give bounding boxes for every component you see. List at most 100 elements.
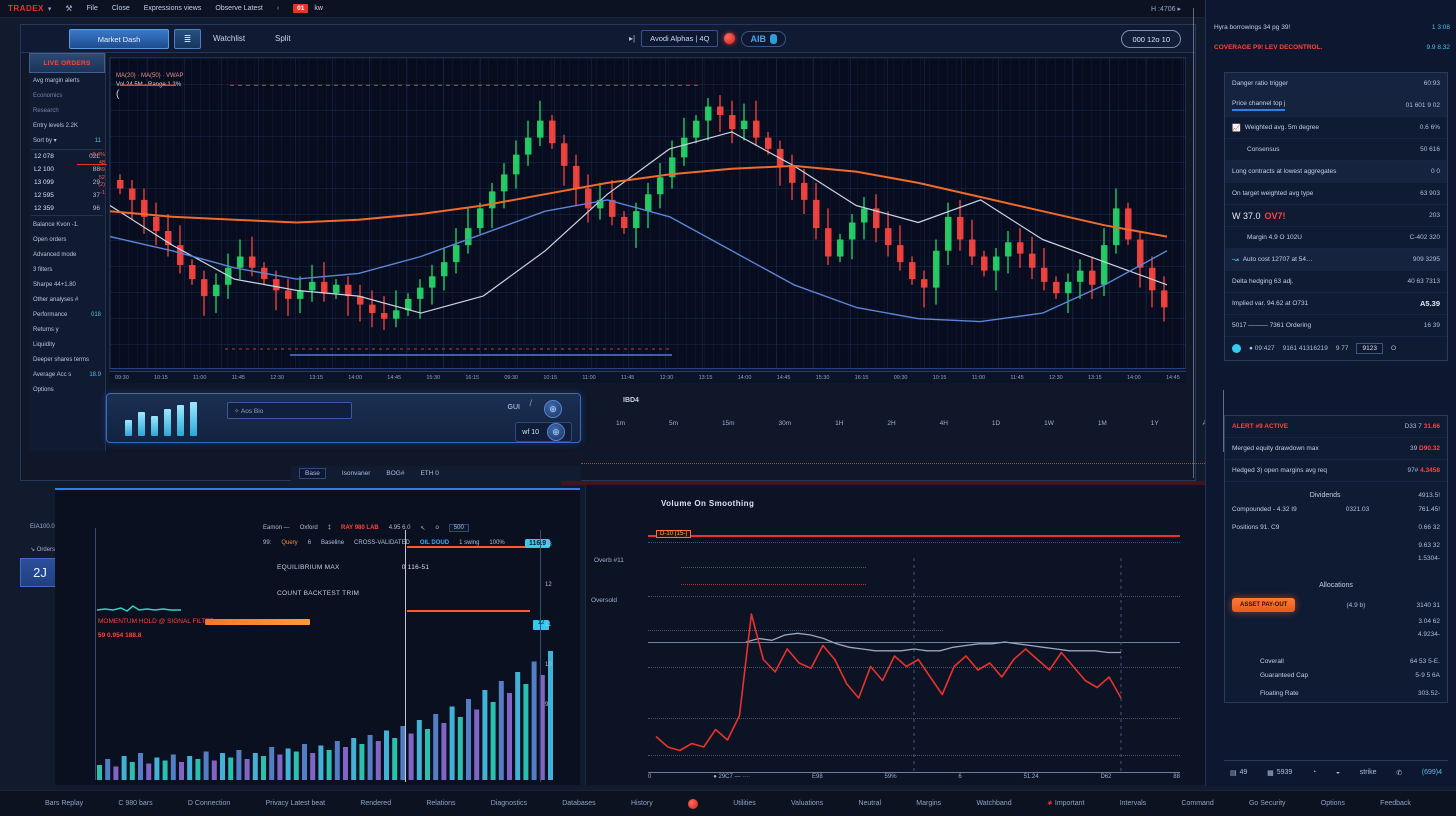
- alloc-row[interactable]: ASSET PAY-OUT(4.9 b)3140 31: [1225, 590, 1447, 612]
- footer-item[interactable]: ◔: [1312, 769, 1316, 776]
- footer-strike[interactable]: strike: [1360, 769, 1377, 776]
- icons-row-item[interactable]: ● 09:427: [1249, 345, 1275, 352]
- market-dash-button[interactable]: Market Dash: [69, 29, 169, 49]
- chip-eamon[interactable]: Eamon —: [263, 525, 290, 531]
- chip-item[interactable]: ↖: [420, 525, 425, 532]
- timeframe-5m[interactable]: 5m: [666, 419, 681, 433]
- sidebar-item-sort-by[interactable]: Sort by ▾11: [29, 133, 105, 148]
- alloc-row[interactable]: 9.63 32: [1225, 536, 1447, 554]
- sidebar-item-3-filters[interactable]: 3 filters: [29, 262, 105, 277]
- alloc-row[interactable]: 1.5304-: [1225, 554, 1447, 572]
- footer-49[interactable]: ▤49: [1230, 769, 1247, 777]
- alloc-row-hedged-3-open-margins-avg-req[interactable]: Hedged 3) open margins avg req97# 4.3458: [1225, 460, 1447, 482]
- stat-row-long-contracts-at-lowest-aggregates[interactable]: Long contracts at lowest aggregates0 0: [1225, 161, 1447, 183]
- stat-row-danger-ratio-trigger[interactable]: Danger ratio trigger60:93: [1225, 73, 1447, 95]
- status-item-relations[interactable]: Relations: [426, 800, 455, 807]
- menu-item-expressions-views[interactable]: Expressions views: [144, 5, 202, 12]
- status-item-databases[interactable]: Databases: [562, 800, 595, 807]
- instrument-item-eth-0[interactable]: ETH 0: [420, 470, 438, 477]
- alloc-row-positions-91-c9[interactable]: Positions 91. C90.66 32: [1225, 518, 1447, 536]
- footer-item[interactable]: ✆: [1396, 769, 1402, 777]
- timeframe-1d[interactable]: 1D: [989, 419, 1003, 433]
- chip-o[interactable]: o: [435, 525, 438, 531]
- status-item-intervals[interactable]: Intervals: [1120, 800, 1146, 807]
- status-item-c-980-bars[interactable]: C 980 bars: [118, 800, 152, 807]
- status-item-bars-replay[interactable]: Bars Replay: [45, 800, 83, 807]
- wf-label[interactable]: wf 10: [522, 429, 539, 436]
- sidebar-item-average-acc-s[interactable]: Average Acc s18.9: [29, 367, 105, 382]
- alloc-row-dividends[interactable]: Dividends4913.5!: [1225, 482, 1447, 500]
- sidebar-item-options[interactable]: Options: [29, 382, 105, 397]
- status-item-history[interactable]: History: [631, 800, 653, 807]
- stat-row-delta-hedging-63-adj[interactable]: Delta hedging 63 adj.40 63 7313: [1225, 271, 1447, 293]
- watchlist-label[interactable]: Watchlist: [213, 34, 245, 43]
- alloc-row-alert-9-active[interactable]: ALERT #9 ACTIVED33 7 31.66: [1225, 416, 1447, 438]
- alloc-row[interactable]: Guaranteed Cap5-9 5 6A: [1225, 666, 1447, 684]
- sidebar-item-economics[interactable]: Economics: [29, 88, 105, 103]
- timeframe-30m[interactable]: 30m: [776, 419, 795, 433]
- chip-oxford[interactable]: Oxford: [300, 525, 318, 531]
- status-item-valuations[interactable]: Valuations: [791, 800, 823, 807]
- stat-row-price-channel-top-j[interactable]: Price channel top j01 601 9 02: [1225, 95, 1447, 117]
- chip-500[interactable]: 500: [449, 524, 469, 532]
- status-item-d-connection[interactable]: D Connection: [188, 800, 230, 807]
- globe-icon-2[interactable]: ⊕: [547, 423, 565, 441]
- icons-row-item[interactable]: O: [1391, 345, 1396, 352]
- sidebar-item-research[interactable]: Research: [29, 103, 105, 118]
- status-item-neutral[interactable]: Neutral: [858, 800, 881, 807]
- alloc-row-compounded-4-32-i9[interactable]: Compounded - 4.32 I90321.03761.45!: [1225, 500, 1447, 518]
- alloc-row[interactable]: 3.04 62: [1225, 612, 1447, 630]
- timeframe-1m[interactable]: 1m: [613, 419, 628, 433]
- chip-99[interactable]: 99:: [263, 540, 271, 546]
- timeframe-2h[interactable]: 2H: [884, 419, 898, 433]
- timeframe-1h[interactable]: 1H: [832, 419, 846, 433]
- split-label[interactable]: Split: [275, 34, 291, 43]
- globe-icon[interactable]: ⊕: [544, 400, 562, 418]
- sidebar-item-deeper-shares-terms[interactable]: Deeper shares terms: [29, 352, 105, 367]
- sidebar-item-returns-y[interactable]: Returns y: [29, 322, 105, 337]
- session-counter-pill[interactable]: 000 12o 10: [1121, 30, 1181, 48]
- status-item-watchband[interactable]: Watchband: [976, 800, 1011, 807]
- search-input[interactable]: ✧ Aos Bio: [227, 402, 352, 419]
- aib-toggle[interactable]: AIB: [741, 31, 786, 47]
- footer-item[interactable]: ◒: [1336, 769, 1340, 776]
- stat-row-weighted-avg-5m-degree[interactable]: 📈Weighted avg. 5m degree0.6 6%: [1225, 117, 1447, 139]
- instrument-item-bog[interactable]: BOG#: [386, 470, 404, 477]
- sidebar-item-sharpe-44-1-80[interactable]: Sharpe 44+1.80: [29, 277, 105, 292]
- chip-cross-validated[interactable]: CROSS-VALIDATED: [354, 540, 410, 546]
- chip-ray-980-lab[interactable]: RAY 980 LAB: [341, 525, 379, 531]
- menu-item-file[interactable]: File: [87, 5, 98, 12]
- chip-query[interactable]: Query: [281, 540, 297, 546]
- asset-payout-button[interactable]: ASSET PAY-OUT: [1232, 598, 1295, 612]
- chip-4-95-6-0[interactable]: 4.95 6.0: [389, 525, 411, 531]
- sidebar-item-entry-levels-2-2k[interactable]: Entry levels 2.2K: [29, 118, 105, 133]
- icons-row-item[interactable]: 9123: [1356, 343, 1382, 354]
- stat-row-on-target-weighted-avg-type[interactable]: On target weighted avg type63 903: [1225, 183, 1447, 205]
- timeframe-1y[interactable]: 1Y: [1148, 419, 1162, 433]
- status-item-privacy-latest-beat[interactable]: Privacy Latest beat: [266, 800, 326, 807]
- stat-row-auto-cost-12707-at-54[interactable]: ↝Auto cost 12707 at 54…909 3295: [1225, 249, 1447, 271]
- sidebar-item-advanced-mode[interactable]: Advanced mode: [29, 247, 105, 262]
- menu-item-close[interactable]: Close: [112, 5, 130, 12]
- timeframe-15m[interactable]: 15m: [719, 419, 738, 433]
- status-item-command[interactable]: Command: [1181, 800, 1213, 807]
- icons-row-item[interactable]: 9 77: [1336, 345, 1349, 352]
- sidebar-item-open-orders[interactable]: Open orders: [29, 232, 105, 247]
- record-dot-icon[interactable]: [724, 33, 735, 44]
- status-item-important[interactable]: ✱Important: [1047, 800, 1085, 807]
- chip-baseline[interactable]: Baseline: [321, 540, 344, 546]
- stat-row-5017-7361-ordering[interactable]: 5017 ——— 7361 Ordering16 39: [1225, 315, 1447, 337]
- sidebar-item-liquidity[interactable]: Liquidity: [29, 337, 105, 352]
- chip-6[interactable]: 6: [308, 540, 311, 546]
- sidebar-item-other-analyses[interactable]: Other analyses #: [29, 292, 105, 307]
- sidebar-item-balance-kvon-1[interactable]: Balance Kvon -1.: [29, 217, 105, 232]
- status-item-diagnostics[interactable]: Diagnostics: [491, 800, 527, 807]
- model-selector[interactable]: Avodi Alphas | 4Q: [641, 30, 718, 47]
- status-item-go-security[interactable]: Go Security: [1249, 800, 1286, 807]
- alloc-row[interactable]: Coverall64 53 5-E.: [1225, 648, 1447, 666]
- stat-row-consensus[interactable]: Consensus50 616: [1225, 139, 1447, 161]
- timeframe-4h[interactable]: 4H: [937, 419, 951, 433]
- footer-5939[interactable]: ▦5939: [1267, 769, 1292, 777]
- instrument-item-isonvaner[interactable]: Isonvaner: [342, 470, 371, 477]
- status-item-feedback[interactable]: Feedback: [1380, 800, 1411, 807]
